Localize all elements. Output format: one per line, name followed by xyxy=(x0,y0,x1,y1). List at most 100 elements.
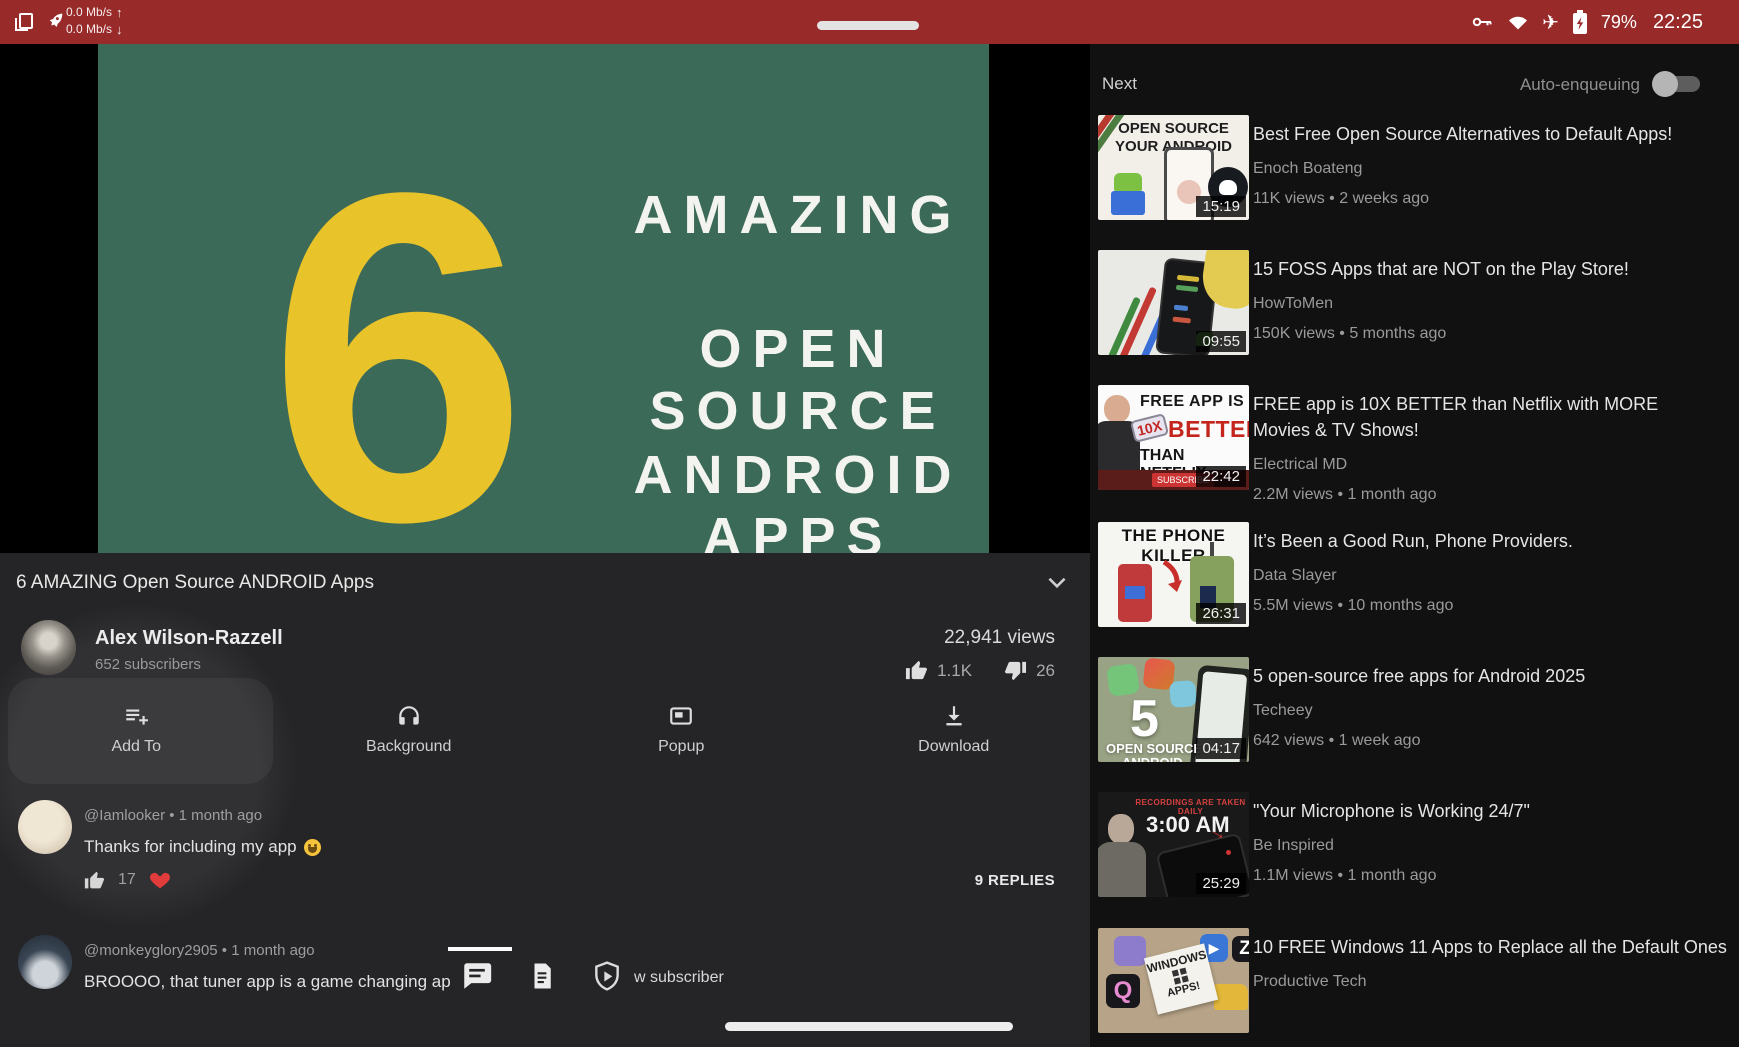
video-thumbnail[interactable]: FREE APP IS 10X BETTER THAN NETFLIX SUBS… xyxy=(1098,385,1249,490)
queue-item-meta: 11K views • 2 weeks ago xyxy=(1253,190,1739,208)
comment-author-avatar[interactable] xyxy=(18,935,72,989)
status-clock: 22:25 xyxy=(1653,11,1703,34)
queue-item-title[interactable]: 5 open-source free apps for Android 2025 xyxy=(1253,663,1739,689)
queue-item-title[interactable]: 10 FREE Windows 11 Apps to Replace all t… xyxy=(1253,934,1739,960)
video-thumbnail[interactable]: Q ▶ Z WINDOWS APPS! xyxy=(1098,928,1249,1033)
gesture-nav-handle[interactable] xyxy=(725,1022,1013,1031)
queue-item[interactable]: RECORDINGS ARE TAKEN DAILY 3:00 AM → 25:… xyxy=(1098,792,1734,917)
duration-badge: 25:29 xyxy=(1196,873,1246,894)
slide-line-1: AMAZING xyxy=(538,184,989,246)
download-speed: 0.0 Mb/s xyxy=(66,21,112,38)
auto-enqueue-label: Auto-enqueuing xyxy=(1350,75,1640,95)
duration-badge: 26:31 xyxy=(1196,603,1246,624)
download-button[interactable]: Download xyxy=(818,693,1091,765)
comment-author-meta[interactable]: @monkeyglory2905 • 1 month ago xyxy=(84,942,315,959)
queue-item-title[interactable]: 15 FOSS Apps that are NOT on the Play St… xyxy=(1253,256,1739,282)
slide-line-2: OPEN SOURCE xyxy=(538,318,989,442)
upload-arrow-icon: ↑ xyxy=(116,4,123,21)
queue-item-channel: Productive Tech xyxy=(1253,973,1739,991)
headphones-icon xyxy=(396,703,422,729)
background-button[interactable]: Background xyxy=(273,693,546,765)
channel-avatar[interactable] xyxy=(21,620,76,675)
queue-item-channel: Be Inspired xyxy=(1253,837,1739,855)
airplane-mode-icon: ✈ xyxy=(1542,10,1559,35)
comment-author-avatar[interactable] xyxy=(18,800,72,854)
video-thumbnail[interactable]: OPEN SOURCE YOUR ANDROID 15:19 xyxy=(1098,115,1249,220)
screen: 0.0 Mb/s↑ 0.0 Mb/s↓ ✈ xyxy=(0,0,1739,1047)
queue-item-meta: 2.2M views • 1 month ago xyxy=(1253,486,1739,504)
slide-line-3: ANDROID APPS xyxy=(538,444,989,553)
queue-item-meta: 150K views • 5 months ago xyxy=(1253,325,1739,343)
smiley-emoji xyxy=(304,839,321,856)
comment-author-meta[interactable]: @Iamlooker • 1 month ago xyxy=(84,807,262,824)
download-label: Download xyxy=(918,738,989,756)
channel-name[interactable]: Alex Wilson-Razzell xyxy=(95,627,283,650)
play-queue-panel: Next Auto-enqueuing OPEN SOURCE YOUR AND… xyxy=(1090,44,1739,1047)
thumb-down-icon xyxy=(1004,659,1027,682)
vpn-key-icon xyxy=(1470,10,1494,34)
comment-like-row: 17 xyxy=(84,869,171,891)
video-detail-panel: 6 AMAZING Open Source ANDROID Apps Alex … xyxy=(0,553,1090,1047)
queue-item[interactable]: THE PHONE KILLER 26:31 It’s Been a Good … xyxy=(1098,522,1734,647)
comment-thumb-up-icon xyxy=(84,870,105,891)
playlist-add-icon xyxy=(123,703,149,729)
video-thumbnail[interactable]: 09:55 xyxy=(1098,250,1249,355)
queue-item[interactable]: FREE APP IS 10X BETTER THAN NETFLIX SUBS… xyxy=(1098,385,1734,510)
queue-item-meta: 642 views • 1 week ago xyxy=(1253,732,1739,750)
queue-item-channel: HowToMen xyxy=(1253,295,1739,313)
shield-play-icon[interactable] xyxy=(591,960,623,992)
background-label: Background xyxy=(366,738,451,756)
like-dislike-row: 1.1K 26 xyxy=(655,659,1055,682)
queue-item-title[interactable]: Best Free Open Source Alternatives to De… xyxy=(1253,121,1739,147)
comment-text[interactable]: Thanks for including my app xyxy=(84,837,321,857)
queue-item-channel: Electrical MD xyxy=(1253,456,1739,474)
slide-big-number: 6 xyxy=(248,124,548,553)
queue-item[interactable]: Q ▶ Z WINDOWS APPS! 10 FREE Windows 11 A… xyxy=(1098,928,1734,1047)
download-icon xyxy=(941,703,967,729)
video-thumbnail[interactable]: RECORDINGS ARE TAKEN DAILY 3:00 AM → 25:… xyxy=(1098,792,1249,897)
video-player[interactable]: 6 AMAZING OPEN SOURCE ANDROID APPS xyxy=(0,44,1090,553)
action-button-row: Add To Background Popup xyxy=(0,693,1090,765)
creator-heart-icon xyxy=(149,869,171,891)
windows-icon xyxy=(12,10,36,34)
comments-tab-icon[interactable] xyxy=(460,959,494,993)
download-arrow-icon: ↓ xyxy=(116,21,123,38)
duration-badge: 15:19 xyxy=(1196,196,1246,217)
queue-item-channel: Enoch Boateng xyxy=(1253,160,1739,178)
comment-like-count: 17 xyxy=(118,871,136,889)
queue-item[interactable]: 5 OPEN SOURCE ANDROID 04:17 5 open-sourc… xyxy=(1098,657,1734,782)
video-thumbnail[interactable]: THE PHONE KILLER 26:31 xyxy=(1098,522,1249,627)
queue-item-channel: Data Slayer xyxy=(1253,567,1739,585)
description-tab-icon[interactable] xyxy=(527,961,557,991)
tab-indicator xyxy=(448,947,512,951)
popup-label: Popup xyxy=(658,738,704,756)
queue-item-title[interactable]: "Your Microphone is Working 24/7" xyxy=(1253,798,1739,824)
popup-button[interactable]: Popup xyxy=(545,693,818,765)
upload-speed: 0.0 Mb/s xyxy=(66,4,112,21)
video-title[interactable]: 6 AMAZING Open Source ANDROID Apps xyxy=(16,572,976,594)
camera-cutout-pill xyxy=(817,21,919,30)
queue-item[interactable]: 09:55 15 FOSS Apps that are NOT on the P… xyxy=(1098,250,1734,375)
overlay-trailing-text: w subscriber xyxy=(634,969,724,987)
auto-enqueue-toggle[interactable] xyxy=(1652,74,1700,94)
queue-item-meta: 5.5M views • 10 months ago xyxy=(1253,597,1739,615)
video-thumbnail[interactable]: 5 OPEN SOURCE ANDROID 04:17 xyxy=(1098,657,1249,762)
video-frame[interactable]: 6 AMAZING OPEN SOURCE ANDROID APPS xyxy=(98,44,989,553)
dislike-count: 26 xyxy=(1036,661,1055,681)
queue-item-title[interactable]: It’s Been a Good Run, Phone Providers. xyxy=(1253,528,1739,554)
queue-item-channel: Techeey xyxy=(1253,702,1739,720)
duration-badge: 04:17 xyxy=(1196,738,1246,759)
queue-item[interactable]: OPEN SOURCE YOUR ANDROID 15:19 Best Free… xyxy=(1098,115,1734,240)
chevron-down-icon[interactable] xyxy=(1044,569,1070,595)
rocket-icon xyxy=(44,10,66,32)
queue-item-title[interactable]: FREE app is 10X BETTER than Netflix with… xyxy=(1253,391,1695,443)
status-bar: 0.0 Mb/s↑ 0.0 Mb/s↓ ✈ xyxy=(0,0,1739,44)
comment-text[interactable]: BROOOO, that tuner app is a game changin… xyxy=(84,972,450,992)
add-to-button[interactable]: Add To xyxy=(0,693,273,765)
subscriber-count: 652 subscribers xyxy=(95,656,201,673)
replies-button[interactable]: 9 REPLIES xyxy=(655,872,1055,889)
thumb-up-icon xyxy=(905,659,928,682)
queue-item-meta: 1.1M views • 1 month ago xyxy=(1253,867,1739,885)
red-arrow-icon xyxy=(1158,560,1186,594)
app-icon-letter: Z xyxy=(1232,936,1249,962)
